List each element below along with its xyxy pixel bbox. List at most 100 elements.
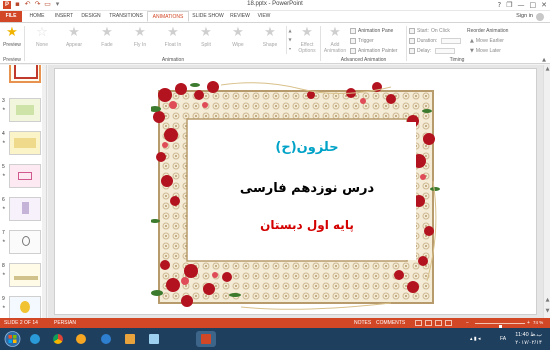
slide-vertical-scrollbar[interactable]: ▲ ▲ ▼ [543, 65, 550, 318]
tab-view[interactable]: VIEW [254, 11, 274, 22]
group-separator [406, 26, 407, 61]
add-animation-icon: ★ [329, 25, 341, 40]
group-label-animation: Animation [161, 57, 185, 63]
ribbon-tabs: FILE HOME INSERT DESIGN TRANSITIONS ANIM… [0, 11, 550, 22]
move-later-icon: ▼ [470, 48, 474, 54]
thumbnail-star-icon: ★ [2, 106, 6, 111]
tab-home[interactable]: HOME [26, 11, 48, 22]
start-label: Start: [417, 28, 429, 34]
star-appear-icon: ★ [68, 25, 80, 40]
tab-slide-show[interactable]: SLIDE SHOW [190, 11, 226, 22]
powerpoint-window: P ▪ ↶ ↷ ▭ ▾ 18.pptx - PowerPoint ? ❐ — □… [0, 0, 550, 350]
start-field[interactable]: Start: On Click [409, 28, 450, 34]
media-player-icon[interactable] [73, 331, 89, 347]
animation-pane-button[interactable]: Animation Pane [350, 28, 393, 34]
thumbnail-scrollbar[interactable] [42, 65, 46, 318]
keyboard-language[interactable]: FA [500, 328, 506, 350]
notes-button[interactable]: NOTES [354, 318, 371, 328]
animation-wipe[interactable]: ★ Wipe [225, 26, 251, 49]
trigger-button[interactable]: Trigger [350, 38, 374, 44]
animation-appear[interactable]: ★ Appear [61, 25, 87, 49]
slide-canvas[interactable]: حلزون(ح) درس نوزدهم فارسی پایه اول دبستا… [54, 68, 537, 315]
effect-options-button[interactable]: ★ Effect Options [295, 26, 319, 55]
zoom-in-icon[interactable]: + [527, 318, 530, 328]
move-earlier-label: Move Earlier [475, 38, 504, 44]
animation-shape[interactable]: ★ Shape [257, 26, 283, 49]
windows-taskbar: ▴ ▮ ◂ FA 11:40 ب.ظ ۲۰۱۷/۰۲/۱۴ [0, 328, 550, 350]
slide-title-text[interactable]: حلزون(ح) [198, 140, 416, 155]
duration-field[interactable]: Duration: [409, 38, 462, 44]
tab-design[interactable]: DESIGN [79, 11, 103, 22]
thumbnail-number: 6 [2, 197, 5, 203]
tab-review[interactable]: REVIEW [228, 11, 252, 22]
animation-fly-in[interactable]: ★ Fly In [127, 26, 153, 49]
language-indicator[interactable]: PERSIAN [54, 318, 76, 328]
thumbnail-slide-9[interactable] [9, 296, 41, 318]
prev-slide-icon[interactable]: ▲ [544, 297, 550, 303]
duration-input[interactable] [441, 38, 462, 44]
thumbnail-slide-3[interactable] [9, 98, 41, 122]
thumbnail-slide-8[interactable] [9, 263, 41, 287]
group-separator [320, 26, 321, 61]
thumbnail-star-icon: ★ [2, 172, 6, 177]
scroll-up-icon[interactable]: ▲ [544, 66, 550, 72]
close-icon[interactable]: ✕ [541, 0, 547, 10]
slide-subtitle-text[interactable]: درس نوزدهم فارسی [198, 181, 416, 196]
maximize-icon[interactable]: □ [530, 0, 537, 10]
comments-button[interactable]: COMMENTS [376, 318, 405, 328]
collapse-ribbon-icon[interactable]: ▲ [542, 57, 546, 63]
ie-icon[interactable] [27, 331, 43, 347]
help-icon[interactable]: ? [498, 0, 502, 10]
tab-animations[interactable]: ANIMATIONS [147, 11, 189, 22]
slide-sorter-icon[interactable] [425, 320, 432, 326]
sign-in-link[interactable]: Sign in [516, 11, 533, 22]
zoom-level[interactable]: 74 % [533, 318, 543, 328]
add-animation-button[interactable]: ★ Add Animation [322, 25, 348, 55]
normal-view-icon[interactable] [415, 320, 422, 326]
minimize-icon[interactable]: — [518, 0, 525, 10]
thumbnail-slide-7[interactable] [9, 230, 41, 254]
thumbnail-slide-2[interactable] [9, 65, 41, 83]
duration-icon [409, 38, 415, 44]
ribbon-display-icon[interactable]: ❐ [506, 0, 512, 10]
move-later-button[interactable]: ▼ Move Later [470, 48, 501, 54]
preview-button[interactable]: ★ Preview [2, 26, 22, 49]
reading-view-icon[interactable] [435, 320, 442, 326]
slide-show-icon[interactable] [445, 320, 452, 326]
tab-insert[interactable]: INSERT [51, 11, 77, 22]
chrome-icon[interactable] [50, 331, 66, 347]
thumbnail-number: 4 [2, 131, 5, 137]
next-slide-icon[interactable]: ▼ [544, 308, 550, 314]
powerpoint-icon[interactable] [196, 331, 216, 347]
user-avatar[interactable] [536, 13, 544, 21]
move-earlier-button[interactable]: ▲ Move Earlier [470, 38, 504, 44]
thumbnail-slide-5[interactable] [9, 164, 41, 188]
zoom-out-icon[interactable]: − [466, 318, 469, 328]
paint-icon[interactable] [146, 331, 162, 347]
animation-none[interactable]: ☆ None [29, 25, 55, 49]
gallery-more-icon[interactable]: ▾ [287, 44, 293, 53]
animation-float-in[interactable]: ★ Float In [160, 26, 186, 49]
start-icon[interactable] [4, 331, 21, 347]
star-none-icon: ☆ [36, 25, 48, 40]
animation-painter-button[interactable]: Animation Painter [350, 48, 397, 54]
tab-transitions[interactable]: TRANSITIONS [106, 11, 146, 22]
delay-field[interactable]: Delay: [409, 48, 456, 54]
animation-fade[interactable]: ★ Fade [94, 26, 120, 49]
thumbnail-star-icon: ★ [2, 139, 6, 144]
animation-split[interactable]: ★ Split [193, 26, 219, 49]
file-explorer-icon[interactable] [122, 331, 138, 347]
zoom-slider[interactable] [475, 322, 525, 331]
system-clock[interactable]: 11:40 ب.ظ ۲۰۱۷/۰۲/۱۴ [515, 331, 542, 347]
tab-file[interactable]: FILE [0, 11, 22, 22]
gallery-down-icon[interactable]: ▼ [287, 35, 293, 44]
gallery-up-icon[interactable]: ▲ [287, 26, 293, 35]
firefox-icon[interactable] [98, 331, 114, 347]
slide-grade-text[interactable]: پایه اول دبستان [198, 218, 416, 232]
thumbnail-slide-6[interactable] [9, 197, 41, 221]
tray-icons[interactable]: ▴ ▮ ◂ [470, 328, 481, 350]
animation-gallery-scroll[interactable]: ▲ ▼ ▾ [286, 26, 293, 54]
animation-float-in-label: Float In [164, 42, 182, 48]
delay-input[interactable] [435, 48, 456, 54]
thumbnail-slide-4[interactable] [9, 131, 41, 155]
